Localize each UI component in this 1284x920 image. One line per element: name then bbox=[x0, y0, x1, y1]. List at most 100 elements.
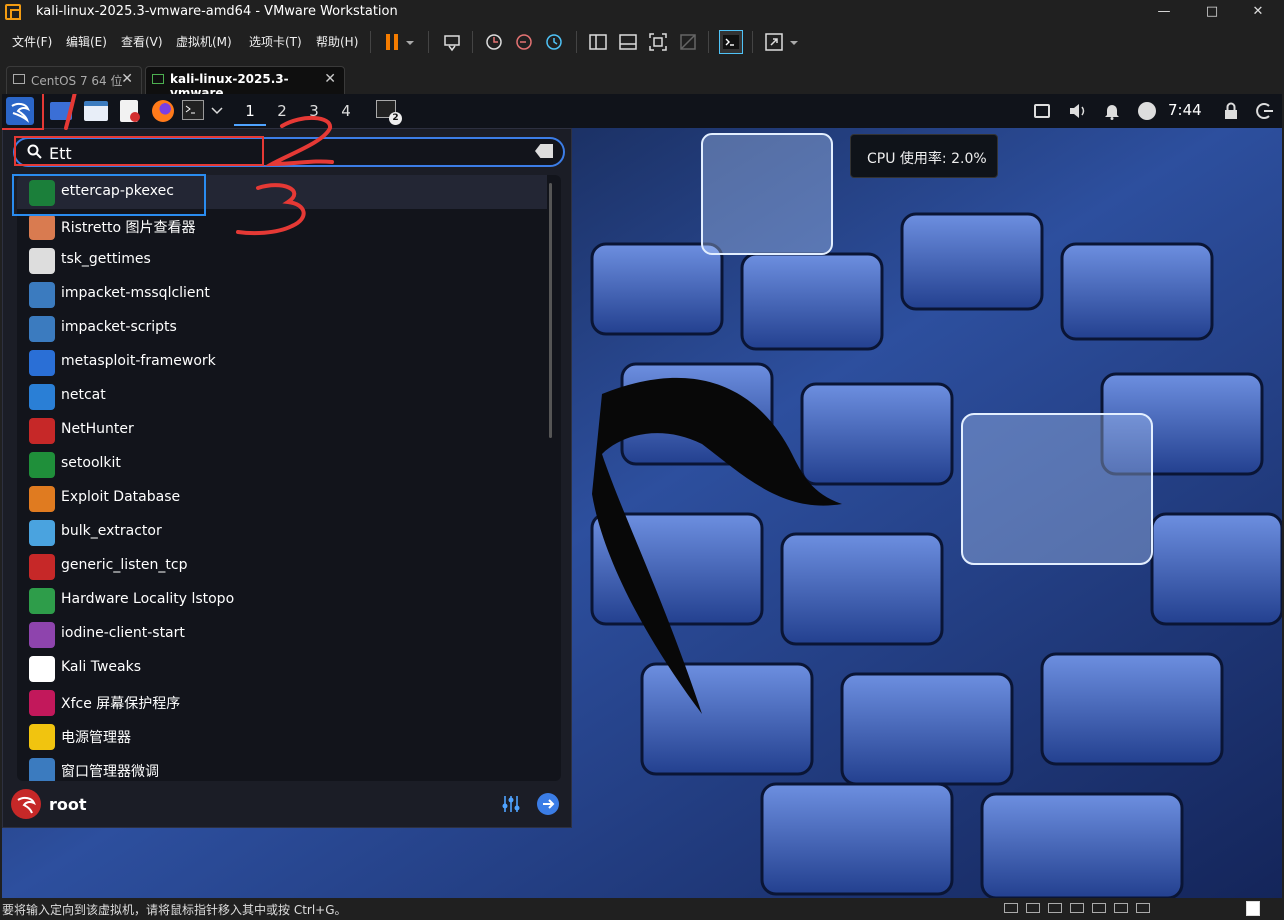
app-result-item[interactable]: setoolkit bbox=[17, 447, 547, 481]
spider-icon bbox=[29, 486, 55, 512]
network-icon[interactable] bbox=[1034, 104, 1050, 118]
cdrom-icon[interactable] bbox=[1026, 903, 1040, 913]
app-result-item[interactable]: NetHunter bbox=[17, 413, 547, 447]
app-result-item[interactable]: iodine-client-start bbox=[17, 617, 547, 651]
app-result-item[interactable]: Xfce 屏幕保护程序 bbox=[17, 685, 547, 719]
app-result-item[interactable]: 窗口管理器微调 bbox=[17, 753, 547, 781]
stretch-icon[interactable] bbox=[764, 32, 784, 52]
power-status-icon[interactable] bbox=[1138, 102, 1156, 120]
status-message: 要将输入定向到该虚拟机，请将鼠标指针移入其中或按 Ctrl+G。 bbox=[2, 903, 347, 917]
unity-icon[interactable] bbox=[678, 32, 698, 52]
console-view-icon[interactable] bbox=[719, 30, 743, 54]
minimize-button[interactable]: — bbox=[1144, 2, 1184, 22]
tab-kali[interactable]: kali-linux-2025.3-vmware... ✕ bbox=[145, 66, 345, 100]
display-icon[interactable] bbox=[1136, 903, 1150, 913]
app-result-item[interactable]: Hardware Locality lstopo bbox=[17, 583, 547, 617]
menu-edit[interactable]: 编辑(E) bbox=[66, 33, 107, 50]
app-result-item[interactable]: 电源管理器 bbox=[17, 719, 547, 753]
vmware-status-bar: 要将输入定向到该虚拟机，请将鼠标指针移入其中或按 Ctrl+G。 bbox=[0, 898, 1284, 920]
window-title: kali-linux-2025.3-vmware-amd64 - VMware … bbox=[36, 4, 398, 19]
python-icon bbox=[29, 316, 55, 342]
user-name: root bbox=[49, 795, 87, 814]
snapshot-icon[interactable] bbox=[484, 32, 504, 52]
netcat-icon bbox=[29, 384, 55, 410]
kali-icon bbox=[29, 656, 55, 682]
message-log-icon[interactable] bbox=[1246, 901, 1260, 916]
setoolkit-icon bbox=[29, 452, 55, 478]
annotation-numbers bbox=[64, 94, 334, 236]
lock-icon bbox=[29, 690, 55, 716]
app-result-label: Hardware Locality lstopo bbox=[61, 591, 235, 607]
app-result-label: 电源管理器 bbox=[61, 730, 131, 746]
menu-user-bar: root bbox=[3, 785, 571, 827]
printer-icon[interactable] bbox=[1114, 903, 1128, 913]
sidebar-toggle-icon[interactable] bbox=[588, 32, 608, 52]
send-keys-icon[interactable] bbox=[442, 32, 462, 52]
cpu-usage-tooltip: CPU 使用率: 2.0% bbox=[850, 134, 998, 178]
app-result-label: impacket-mssqlclient bbox=[61, 285, 210, 301]
pause-icon[interactable] bbox=[382, 32, 402, 52]
logout-arrow-icon[interactable] bbox=[537, 793, 559, 815]
menu-vm[interactable]: 虚拟机(M) bbox=[176, 33, 232, 50]
hdd-icon[interactable] bbox=[1004, 903, 1018, 913]
settings-icon[interactable] bbox=[501, 794, 521, 814]
tab-centos[interactable]: CentOS 7 64 位 ✕ bbox=[6, 66, 142, 94]
window-icon bbox=[29, 758, 55, 781]
device-icons[interactable] bbox=[1004, 903, 1224, 915]
app-result-label: NetHunter bbox=[61, 421, 134, 437]
close-window-button[interactable]: ✕ bbox=[1238, 2, 1278, 22]
close-tab-icon[interactable]: ✕ bbox=[121, 71, 133, 87]
user-avatar bbox=[11, 789, 41, 819]
pause-dropdown-icon[interactable] bbox=[404, 32, 416, 52]
power-icon bbox=[29, 724, 55, 750]
network-adapter-icon[interactable] bbox=[1048, 903, 1062, 913]
close-tab-icon[interactable]: ✕ bbox=[324, 71, 336, 87]
clear-search-icon[interactable] bbox=[535, 144, 553, 158]
python-icon bbox=[29, 282, 55, 308]
vmware-title-bar: kali-linux-2025.3-vmware-amd64 - VMware … bbox=[0, 0, 1284, 25]
notification-bell-icon[interactable] bbox=[1104, 102, 1120, 120]
menu-tabs[interactable]: 选项卡(T) bbox=[249, 33, 302, 50]
menu-view[interactable]: 查看(V) bbox=[121, 33, 163, 50]
lock-screen-icon[interactable] bbox=[1224, 102, 1238, 120]
iodine-icon bbox=[29, 622, 55, 648]
app-result-item[interactable]: Exploit Database bbox=[17, 481, 547, 515]
window-count-badge: 2 bbox=[389, 112, 402, 125]
app-result-label: iodine-client-start bbox=[61, 625, 185, 641]
menu-help[interactable]: 帮助(H) bbox=[316, 33, 358, 50]
app-result-item[interactable]: bulk_extractor bbox=[17, 515, 547, 549]
vm-running-icon bbox=[152, 74, 164, 84]
app-result-label: Exploit Database bbox=[61, 489, 181, 505]
nethunter-icon bbox=[29, 418, 55, 444]
volume-icon[interactable] bbox=[1068, 102, 1088, 120]
metasploit-icon bbox=[29, 350, 55, 376]
app-result-item[interactable]: impacket-scripts bbox=[17, 311, 547, 345]
app-result-label: metasploit-framework bbox=[61, 353, 216, 369]
logout-icon[interactable] bbox=[1256, 102, 1274, 120]
results-scrollbar[interactable] bbox=[549, 183, 552, 438]
app-result-item[interactable]: netcat bbox=[17, 379, 547, 413]
sound-icon[interactable] bbox=[1092, 903, 1106, 913]
fullscreen-icon[interactable] bbox=[648, 32, 668, 52]
app-result-item[interactable]: metasploit-framework bbox=[17, 345, 547, 379]
panel-clock[interactable]: 7:44 bbox=[1168, 101, 1202, 119]
spike-icon bbox=[29, 554, 55, 580]
vm-tab-bar: CentOS 7 64 位 ✕ kali-linux-2025.3-vmware… bbox=[0, 58, 1284, 100]
app-result-label: Kali Tweaks bbox=[61, 659, 142, 675]
app-result-label: impacket-scripts bbox=[61, 319, 177, 335]
snapshot-manager-icon[interactable] bbox=[544, 32, 564, 52]
vm-screen[interactable]: 1 2 3 4 2 7:44 CPU 使用率: 2.0% Ett etterca… bbox=[2, 94, 1282, 898]
annotation-box-menu-button bbox=[2, 94, 44, 130]
app-result-item[interactable]: Kali Tweaks bbox=[17, 651, 547, 685]
usb-icon[interactable] bbox=[1070, 903, 1084, 913]
app-result-label: generic_listen_tcp bbox=[61, 557, 188, 573]
stretch-dropdown-icon[interactable] bbox=[788, 32, 800, 52]
vm-icon bbox=[13, 74, 25, 84]
app-result-label: bulk_extractor bbox=[61, 523, 162, 539]
app-result-label: setoolkit bbox=[61, 455, 121, 471]
app-result-item[interactable]: generic_listen_tcp bbox=[17, 549, 547, 583]
menu-file[interactable]: 文件(F) bbox=[12, 33, 52, 50]
revert-snapshot-icon[interactable] bbox=[514, 32, 534, 52]
maximize-button[interactable]: □ bbox=[1192, 2, 1232, 22]
thumbnail-bar-icon[interactable] bbox=[618, 32, 638, 52]
